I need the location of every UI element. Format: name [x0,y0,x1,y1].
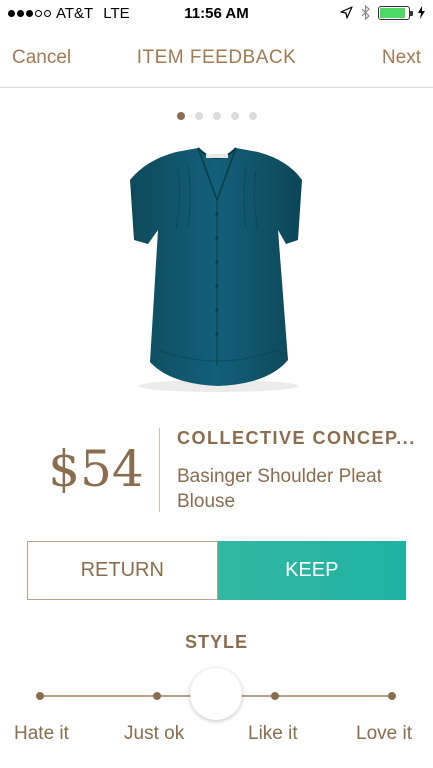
page-dot [176,112,185,120]
slider-stop-like[interactable] [271,692,279,700]
return-button[interactable]: RETURN [27,541,218,600]
slider-stop-love[interactable] [388,692,396,700]
battery-fill [380,7,406,18]
status-right [340,5,425,20]
page-dot [212,112,221,120]
charging-bolt-icon [418,6,425,19]
page-title: ITEM FEEDBACK [136,47,297,68]
status-bar: AT&T LTE 11:56 AM [0,0,433,28]
page-dot [248,112,257,120]
keep-button[interactable]: KEEP [217,541,406,600]
item-name: Basinger Shoulder Pleat Blouse [177,466,382,512]
style-heading: STYLE [184,632,248,652]
return-keep-toggle: RETURN KEEP [27,541,406,600]
slider-stop-hate[interactable] [36,692,44,700]
product-image [130,147,302,392]
slider-stop-just-ok[interactable] [153,692,161,700]
label-just-ok[interactable]: Just ok [124,723,184,745]
page-dot [194,112,203,120]
brand-name: COLLECTIVE CONCEP... [177,428,416,448]
price-divider [159,428,160,512]
battery-icon [378,5,413,20]
label-like-it[interactable]: Like it [248,723,298,745]
bluetooth-icon [361,5,370,20]
nav-bar: Cancel ITEM FEEDBACK Next [0,28,433,88]
page-indicator [0,112,433,120]
price: $54 [48,440,144,498]
label-hate-it[interactable]: Hate it [14,723,69,745]
page-dot [230,112,239,120]
location-arrow-icon [340,6,353,19]
label-love-it[interactable]: Love it [356,723,412,745]
style-slider-thumb[interactable] [190,668,242,720]
next-button[interactable]: Next [382,47,421,69]
slider-labels: Hate it Just ok Like it Love it [0,723,433,749]
